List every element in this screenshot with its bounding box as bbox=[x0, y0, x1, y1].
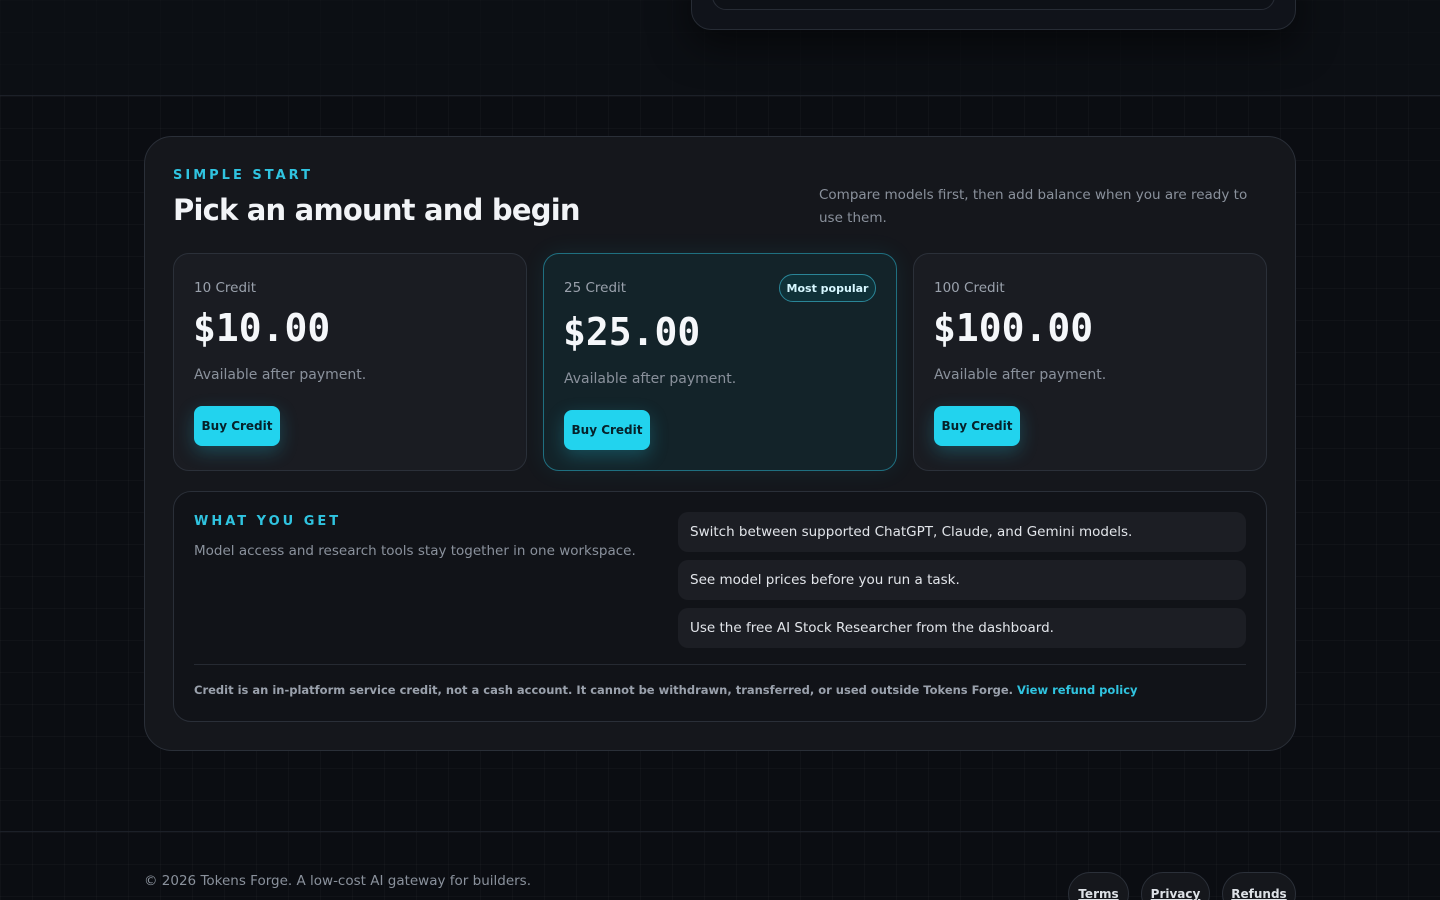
previous-section-card bbox=[691, 0, 1296, 30]
benefits-card: WHAT YOU GET Model access and research t… bbox=[173, 491, 1267, 722]
plan-card-100: 100 Credit $100.00 Available after payme… bbox=[913, 253, 1267, 471]
buy-credit-button-10[interactable]: Buy Credit bbox=[194, 406, 280, 446]
refund-policy-link[interactable]: View refund policy bbox=[1017, 683, 1137, 697]
plan-name: 100 Credit bbox=[934, 280, 1005, 296]
footer-link-privacy[interactable]: Privacy bbox=[1141, 872, 1210, 900]
benefit-item: Use the free AI Stock Researcher from th… bbox=[678, 608, 1246, 648]
benefit-item: Switch between supported ChatGPT, Claude… bbox=[678, 512, 1246, 552]
pricing-eyebrow: SIMPLE START bbox=[173, 168, 313, 183]
most-popular-badge: Most popular bbox=[779, 274, 876, 302]
plan-card-25: 25 Credit Most popular $25.00 Available … bbox=[543, 253, 897, 471]
pricing-panel: SIMPLE START Pick an amount and begin Co… bbox=[144, 136, 1296, 751]
buy-credit-button-25[interactable]: Buy Credit bbox=[564, 410, 650, 450]
plan-note: Available after payment. bbox=[564, 371, 737, 387]
footer-copyright: © 2026 Tokens Forge. A low-cost AI gatew… bbox=[144, 873, 532, 889]
credit-disclaimer-text: Credit is an in-platform service credit,… bbox=[194, 683, 1014, 697]
benefits-eyebrow: WHAT YOU GET bbox=[194, 514, 342, 529]
buy-credit-button-100[interactable]: Buy Credit bbox=[934, 406, 1020, 446]
credit-disclaimer: Credit is an in-platform service credit,… bbox=[194, 683, 1138, 697]
footer-divider bbox=[0, 831, 1440, 832]
benefits-divider bbox=[194, 664, 1246, 665]
plan-price: $25.00 bbox=[563, 310, 701, 354]
benefits-description: Model access and research tools stay tog… bbox=[194, 543, 636, 559]
plan-note: Available after payment. bbox=[934, 367, 1107, 383]
footer-link-refunds[interactable]: Refunds bbox=[1222, 872, 1296, 900]
plan-note: Available after payment. bbox=[194, 367, 367, 383]
plan-price: $10.00 bbox=[193, 306, 331, 350]
plan-name: 25 Credit bbox=[564, 280, 627, 296]
pricing-title: Pick an amount and begin bbox=[173, 193, 580, 227]
pricing-description: Compare models first, then add balance w… bbox=[819, 187, 1248, 226]
plan-price: $100.00 bbox=[933, 306, 1094, 350]
benefit-item: See model prices before you run a task. bbox=[678, 560, 1246, 600]
plan-card-10: 10 Credit $10.00 Available after payment… bbox=[173, 253, 527, 471]
previous-section-card-field bbox=[712, 0, 1275, 10]
footer-link-terms[interactable]: Terms bbox=[1068, 872, 1129, 900]
plan-name: 10 Credit bbox=[194, 280, 257, 296]
